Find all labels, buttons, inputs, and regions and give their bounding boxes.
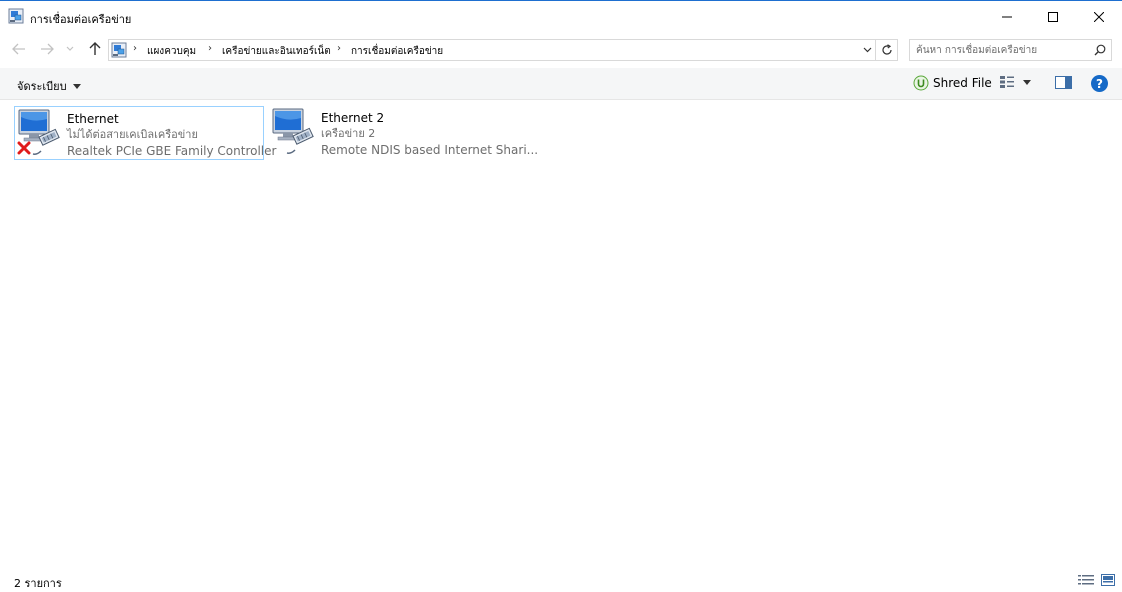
connection-details: Ethernet 2 เครือข่าย 2 Remote NDIS based… bbox=[321, 106, 538, 160]
preview-pane-icon bbox=[1055, 76, 1072, 89]
close-button[interactable] bbox=[1076, 1, 1122, 32]
address-history-dropdown[interactable] bbox=[858, 39, 876, 61]
breadcrumb-control-panel[interactable]: แผงควบคุม bbox=[147, 44, 196, 59]
help-button[interactable]: ? bbox=[1091, 75, 1108, 92]
caret-down-icon bbox=[72, 83, 81, 89]
arrow-right-icon bbox=[41, 43, 54, 55]
address-bar[interactable]: › แผงควบคุม › เครือข่ายและอินเทอร์เน็ต ›… bbox=[108, 39, 876, 61]
view-options-icon bbox=[1000, 76, 1014, 88]
network-adapter-icon bbox=[269, 106, 321, 158]
chevron-down-icon bbox=[66, 46, 74, 51]
network-adapter-icon bbox=[15, 107, 67, 159]
command-bar: จัดระเบียบ Shred File ? bbox=[0, 68, 1122, 100]
change-view-button[interactable] bbox=[999, 75, 1031, 89]
network-connections-location-icon bbox=[111, 42, 127, 58]
maximize-icon bbox=[1048, 11, 1058, 22]
chevron-down-icon bbox=[863, 47, 871, 53]
connection-status: ไม่ได้ต่อสายเคเบิลเครือข่าย bbox=[67, 128, 198, 141]
help-icon: ? bbox=[1096, 76, 1103, 91]
connections-list: Ethernet ไม่ได้ต่อสายเคเบิลเครือข่าย Rea… bbox=[0, 100, 1122, 566]
disconnected-x-icon bbox=[17, 141, 31, 155]
breadcrumb-separator-icon[interactable]: › bbox=[337, 43, 341, 54]
status-bar: 2 รายการ bbox=[0, 567, 1122, 592]
shred-file-button[interactable]: Shred File bbox=[913, 75, 992, 91]
caret-down-icon bbox=[1023, 79, 1031, 85]
connection-details: Ethernet ไม่ได้ต่อสายเคเบิลเครือข่าย Rea… bbox=[67, 107, 276, 159]
connection-item-ethernet[interactable]: Ethernet ไม่ได้ต่อสายเคเบิลเครือข่าย Rea… bbox=[14, 106, 276, 160]
refresh-button[interactable] bbox=[876, 39, 898, 61]
connection-status: เครือข่าย 2 bbox=[321, 127, 376, 140]
tiles-view-button[interactable] bbox=[1101, 574, 1115, 589]
search-input[interactable] bbox=[916, 43, 1086, 57]
minimize-button[interactable] bbox=[984, 1, 1030, 32]
shred-file-label: Shred File bbox=[933, 76, 992, 90]
breadcrumb-network-internet[interactable]: เครือข่ายและอินเทอร์เน็ต bbox=[222, 44, 331, 59]
connection-device: Realtek PCIe GBE Family Controller bbox=[67, 144, 277, 158]
breadcrumb-network-connections[interactable]: การเชื่อมต่อเครือข่าย bbox=[351, 44, 443, 59]
minimize-icon bbox=[1002, 16, 1012, 17]
window-title: การเชื่อมต่อเครือข่าย bbox=[30, 13, 132, 26]
connection-name: Ethernet bbox=[67, 112, 119, 126]
details-view-icon bbox=[1078, 575, 1094, 585]
shred-icon bbox=[913, 75, 929, 91]
refresh-icon bbox=[881, 44, 892, 55]
up-button[interactable] bbox=[84, 38, 106, 60]
arrow-left-icon bbox=[12, 43, 25, 55]
back-button[interactable] bbox=[8, 38, 30, 60]
recent-locations-button[interactable] bbox=[62, 38, 78, 60]
item-count: 2 รายการ bbox=[14, 577, 62, 590]
organize-menu-button[interactable]: จัดระเบียบ bbox=[17, 77, 81, 95]
navigation-bar: › แผงควบคุม › เครือข่ายและอินเทอร์เน็ต ›… bbox=[0, 32, 1122, 68]
arrow-up-icon bbox=[89, 42, 101, 55]
maximize-button[interactable] bbox=[1030, 1, 1076, 32]
preview-pane-button[interactable] bbox=[1055, 76, 1072, 92]
breadcrumb-separator-icon[interactable]: › bbox=[133, 43, 137, 54]
close-icon bbox=[1094, 11, 1104, 22]
network-connections-app-icon bbox=[8, 8, 24, 24]
forward-button[interactable] bbox=[36, 38, 58, 60]
tiles-view-icon bbox=[1101, 574, 1115, 586]
connection-name: Ethernet 2 bbox=[321, 111, 385, 125]
search-box[interactable] bbox=[909, 39, 1112, 61]
connection-item-ethernet-2[interactable]: Ethernet 2 เครือข่าย 2 Remote NDIS based… bbox=[269, 106, 538, 160]
organize-label: จัดระเบียบ bbox=[17, 80, 67, 93]
explorer-window: การเชื่อมต่อเครือข่าย › แผงควบคุม › เครื… bbox=[0, 0, 1122, 592]
search-icon[interactable] bbox=[1094, 44, 1106, 56]
details-view-button[interactable] bbox=[1078, 574, 1094, 589]
breadcrumb-separator-icon[interactable]: › bbox=[208, 43, 212, 54]
connection-device: Remote NDIS based Internet Shari... bbox=[321, 143, 539, 157]
title-bar: การเชื่อมต่อเครือข่าย bbox=[0, 1, 1122, 32]
